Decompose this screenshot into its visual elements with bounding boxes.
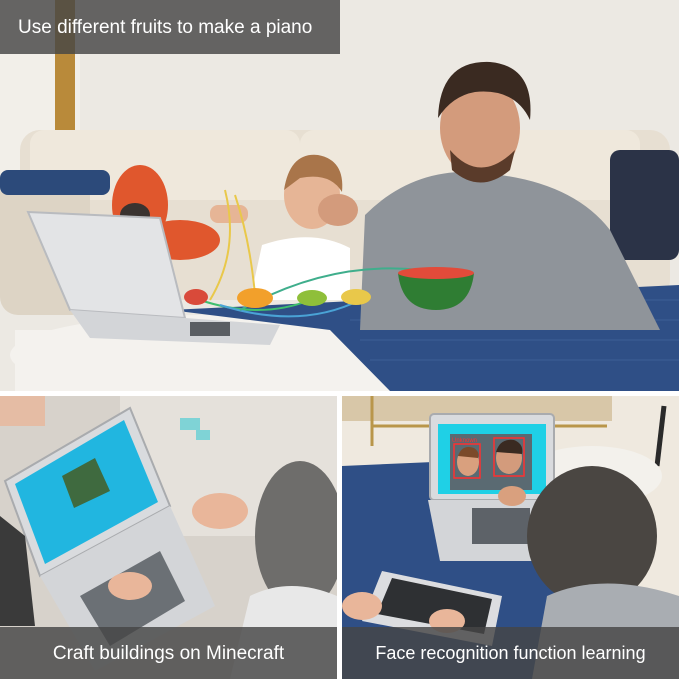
hand [342, 592, 382, 620]
hand [108, 572, 152, 600]
hand [498, 486, 526, 506]
face-label: Unknown [452, 438, 477, 444]
fruit-piano-photo [0, 0, 679, 391]
bottom-right-photo-panel: Unknown Face recognition function learni… [342, 396, 679, 679]
top-photo-panel: Use different fruits to make a piano [0, 0, 679, 391]
caption-fruit-piano: Use different fruits to make a piano [0, 0, 341, 54]
blue-blanket [0, 170, 110, 195]
caption-face-recognition: Face recognition function learning [342, 627, 679, 679]
dark-pillow [610, 150, 679, 260]
hand [192, 493, 248, 529]
bottom-left-photo-panel: Craft buildings on Minecraft [0, 396, 337, 679]
caption-minecraft: Craft buildings on Minecraft [0, 627, 337, 679]
